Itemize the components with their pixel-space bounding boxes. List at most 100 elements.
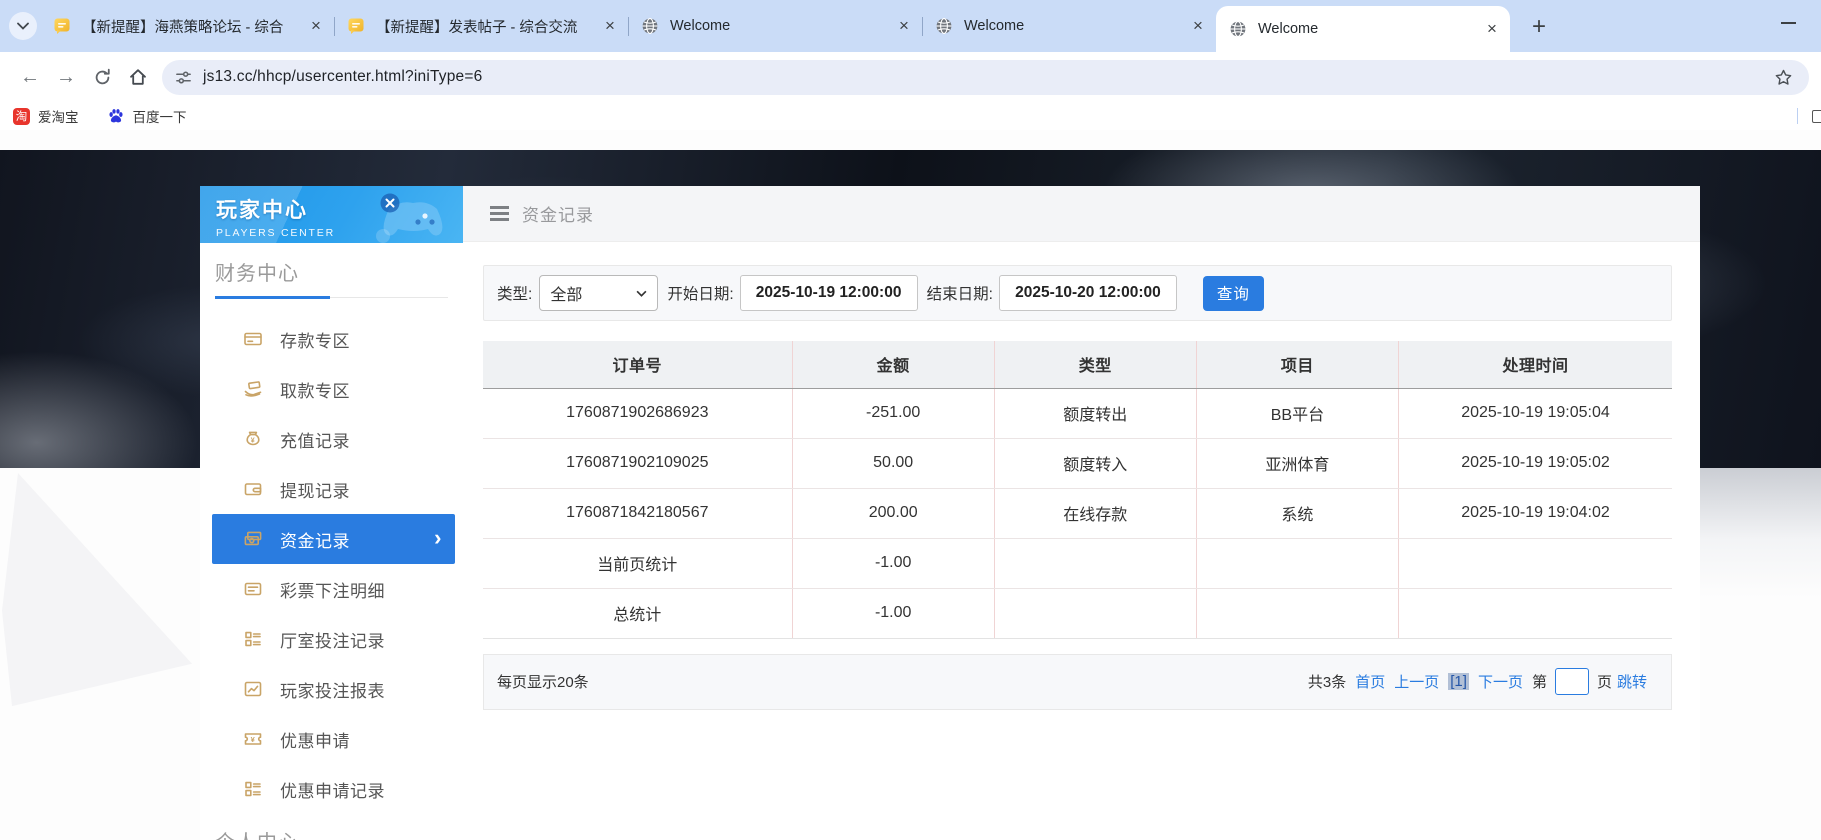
sidebar-item-label: 资金记录 xyxy=(280,527,350,552)
table-cell: 1760871902686923 xyxy=(483,388,792,438)
table-row: 当前页统计-1.00 xyxy=(483,538,1672,588)
bookmark-taobao[interactable]: 淘 爱淘宝 xyxy=(13,106,79,126)
sidebar-item-1[interactable]: 存款专区 xyxy=(200,314,463,364)
sidebar-menu: 存款专区取款专区 ¥充值记录提现记录资金记录›彩票下注明细厅室投注记录玩家投注报表… xyxy=(200,314,463,814)
page-size-text: 每页显示20条 xyxy=(497,671,589,692)
tab-strip: 【新提醒】海燕策略论坛 - 综合×【新提醒】发表帖子 - 综合交流×Welcom… xyxy=(0,0,1821,52)
chart-icon xyxy=(243,679,263,699)
new-tab-button[interactable]: + xyxy=(1524,12,1554,42)
tab-title: Welcome xyxy=(670,18,886,34)
table-cell xyxy=(994,588,1196,638)
first-page-link[interactable]: 首页 xyxy=(1355,671,1385,692)
grid-list-icon xyxy=(243,629,263,649)
home-button[interactable] xyxy=(120,59,156,95)
type-select[interactable]: 全部 xyxy=(539,275,658,311)
sidebar-item-9[interactable]: ¥优惠申请 xyxy=(200,714,463,764)
table-cell xyxy=(1399,538,1673,588)
sidebar-item-3[interactable]: ¥充值记录 xyxy=(200,414,463,464)
sidebar-item-10[interactable]: 优惠申请记录 xyxy=(200,764,463,814)
search-button[interactable]: 查询 xyxy=(1203,276,1264,311)
table-cell: 亚洲体育 xyxy=(1196,438,1398,488)
browser-tab-1[interactable]: 【新提醒】海燕策略论坛 - 综合× xyxy=(40,0,334,52)
records-table-body: 1760871902686923-251.00额度转出BB平台2025-10-1… xyxy=(483,388,1672,638)
reload-button[interactable] xyxy=(84,59,120,95)
address-bar[interactable]: js13.cc/hhcp/usercenter.html?iniType=6 xyxy=(162,60,1809,95)
background-triangle xyxy=(0,465,200,730)
globe-favicon-icon xyxy=(1228,20,1247,39)
jump-page-input[interactable] xyxy=(1555,668,1589,695)
end-date-label: 结束日期: xyxy=(927,282,993,304)
table-cell: 总统计 xyxy=(483,588,792,638)
banknotes-icon xyxy=(243,529,263,549)
table-cell: 1760871902109025 xyxy=(483,438,792,488)
personal-section-title: 个人中心 xyxy=(215,826,448,840)
browser-tab-4[interactable]: Welcome × xyxy=(922,0,1216,52)
sidebar-item-label: 玩家投注报表 xyxy=(280,677,385,702)
tab-title: Welcome xyxy=(1258,21,1474,37)
taobao-icon: 淘 xyxy=(13,108,30,125)
table-cell xyxy=(1196,538,1398,588)
tab-search-button[interactable] xyxy=(9,12,37,40)
sidebar-item-label: 厅室投注记录 xyxy=(280,627,385,652)
tab-close-icon[interactable]: × xyxy=(304,14,328,38)
sidebar-item-label: 提现记录 xyxy=(280,477,350,502)
sidebar-item-7[interactable]: 厅室投注记录 xyxy=(200,614,463,664)
sidebar-item-2[interactable]: 取款专区 xyxy=(200,364,463,414)
browser-window: 【新提醒】海燕策略论坛 - 综合×【新提醒】发表帖子 - 综合交流×Welcom… xyxy=(0,0,1821,130)
forward-button[interactable]: → xyxy=(48,59,84,95)
sidebar-item-8[interactable]: 玩家投注报表 xyxy=(200,664,463,714)
prev-page-link[interactable]: 上一页 xyxy=(1394,671,1439,692)
table-row: 总统计-1.00 xyxy=(483,588,1672,638)
table-cell xyxy=(1196,588,1398,638)
table-cell xyxy=(1399,588,1673,638)
browser-tab-3[interactable]: Welcome × xyxy=(628,0,922,52)
svg-text:¥: ¥ xyxy=(251,438,255,445)
grid-list-icon xyxy=(243,779,263,799)
star-icon xyxy=(1774,68,1793,87)
browser-tab-5[interactable]: Welcome × xyxy=(1216,6,1510,52)
jump-label-pre: 第 xyxy=(1532,671,1547,692)
current-page-indicator: [1] xyxy=(1448,673,1469,690)
tab-close-icon[interactable]: × xyxy=(892,14,916,38)
hamburger-icon[interactable] xyxy=(490,206,509,221)
deposit-card-icon xyxy=(243,329,263,349)
start-date-input[interactable] xyxy=(740,275,918,311)
tab-close-icon[interactable]: × xyxy=(1480,17,1504,41)
minimize-button[interactable] xyxy=(1773,8,1803,38)
column-header: 项目 xyxy=(1196,341,1398,388)
sidebar-item-4[interactable]: 提现记录 xyxy=(200,464,463,514)
divider xyxy=(1797,108,1798,124)
table-cell: -251.00 xyxy=(792,388,994,438)
back-button[interactable]: ← xyxy=(12,59,48,95)
sidebar-item-label: 取款专区 xyxy=(280,377,350,402)
pagination-controls: 共3条 首页 上一页 [1] 下一页 第 页 跳转 xyxy=(1308,668,1647,695)
browser-tab-2[interactable]: 【新提醒】发表帖子 - 综合交流× xyxy=(334,0,628,52)
finance-section-header: 财务中心 xyxy=(215,257,448,298)
tab-close-icon[interactable]: × xyxy=(1186,14,1210,38)
jump-button[interactable]: 跳转 xyxy=(1617,671,1647,692)
table-cell: 200.00 xyxy=(792,488,994,538)
folder-icon[interactable] xyxy=(1812,110,1821,123)
sidebar-item-6[interactable]: 彩票下注明细 xyxy=(200,564,463,614)
bookmark-baidu[interactable]: 百度一下 xyxy=(107,106,187,126)
table-cell: 2025-10-19 19:05:02 xyxy=(1399,438,1673,488)
end-date-input[interactable] xyxy=(999,275,1177,311)
bookmark-star-button[interactable] xyxy=(1770,64,1796,90)
table-cell: 系统 xyxy=(1196,488,1398,538)
column-header: 类型 xyxy=(994,341,1196,388)
tab-title: Welcome xyxy=(964,18,1180,34)
webpage: 玩家中心 PLAYERS CENTER 财务中心 存款专区取款专区¥充值记录提现… xyxy=(0,130,1821,840)
tab-close-icon[interactable]: × xyxy=(598,14,622,38)
filter-bar: 类型: 全部 开始日期: 结束日期: 查询 xyxy=(483,265,1672,321)
table-cell: BB平台 xyxy=(1196,388,1398,438)
forum-favicon-icon xyxy=(52,17,71,36)
column-header: 处理时间 xyxy=(1399,341,1673,388)
table-cell: 当前页统计 xyxy=(483,538,792,588)
next-page-link[interactable]: 下一页 xyxy=(1478,671,1523,692)
records-table-wrap: 订单号金额类型项目处理时间 1760871902686923-251.00额度转… xyxy=(483,341,1672,639)
sidebar-item-5[interactable]: 资金记录› xyxy=(212,514,455,564)
table-cell xyxy=(994,538,1196,588)
url-text: js13.cc/hhcp/usercenter.html?iniType=6 xyxy=(203,68,1770,86)
chevron-down-icon xyxy=(636,290,647,297)
reload-icon xyxy=(93,68,112,87)
